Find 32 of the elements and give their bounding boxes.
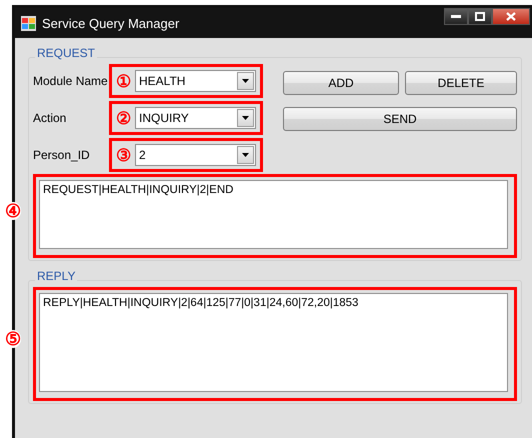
message-text-box[interactable]: REPLY|HEALTH|INQUIRY|2|64|125|77|0|31|24,60|72,20|1853	[39, 293, 508, 392]
dropdown-field[interactable]: HEALTH	[135, 70, 256, 92]
maximize-button[interactable]	[468, 8, 492, 25]
action-button[interactable]: DELETE	[405, 71, 517, 95]
group-title: REQUEST	[35, 46, 98, 60]
callout-number: ②	[115, 110, 132, 126]
minimize-icon	[451, 15, 461, 18]
dropdown-field[interactable]: 2	[135, 144, 256, 166]
callout-number: ③	[115, 146, 132, 164]
action-button[interactable]: SEND	[283, 107, 517, 131]
dropdown-button[interactable]	[237, 146, 254, 164]
dropdown-button[interactable]	[237, 72, 254, 90]
caret-icon	[242, 116, 249, 120]
close-icon	[506, 12, 516, 21]
callout-number: ④	[5, 202, 21, 220]
group-title: REPLY	[35, 269, 78, 283]
message-text-box[interactable]: REQUEST|HEALTH|INQUIRY|2|END	[39, 180, 508, 249]
maximize-icon	[475, 12, 485, 21]
callout-number: ①	[115, 72, 132, 90]
field-label: Action	[33, 111, 68, 125]
caret-icon	[242, 79, 249, 83]
caret-icon	[242, 153, 249, 157]
minimize-button[interactable]	[444, 8, 468, 25]
window-title: Service Query Manager	[42, 16, 180, 30]
dropdown-field[interactable]: INQUIRY	[135, 107, 256, 129]
field-label: Module Name	[33, 74, 109, 88]
action-button[interactable]: ADD	[283, 71, 399, 95]
callout-number: ⑤	[5, 330, 21, 348]
app-icon	[21, 16, 36, 30]
dropdown-button[interactable]	[237, 109, 254, 127]
close-button[interactable]	[492, 8, 530, 25]
field-label: Person_ID	[33, 148, 91, 162]
